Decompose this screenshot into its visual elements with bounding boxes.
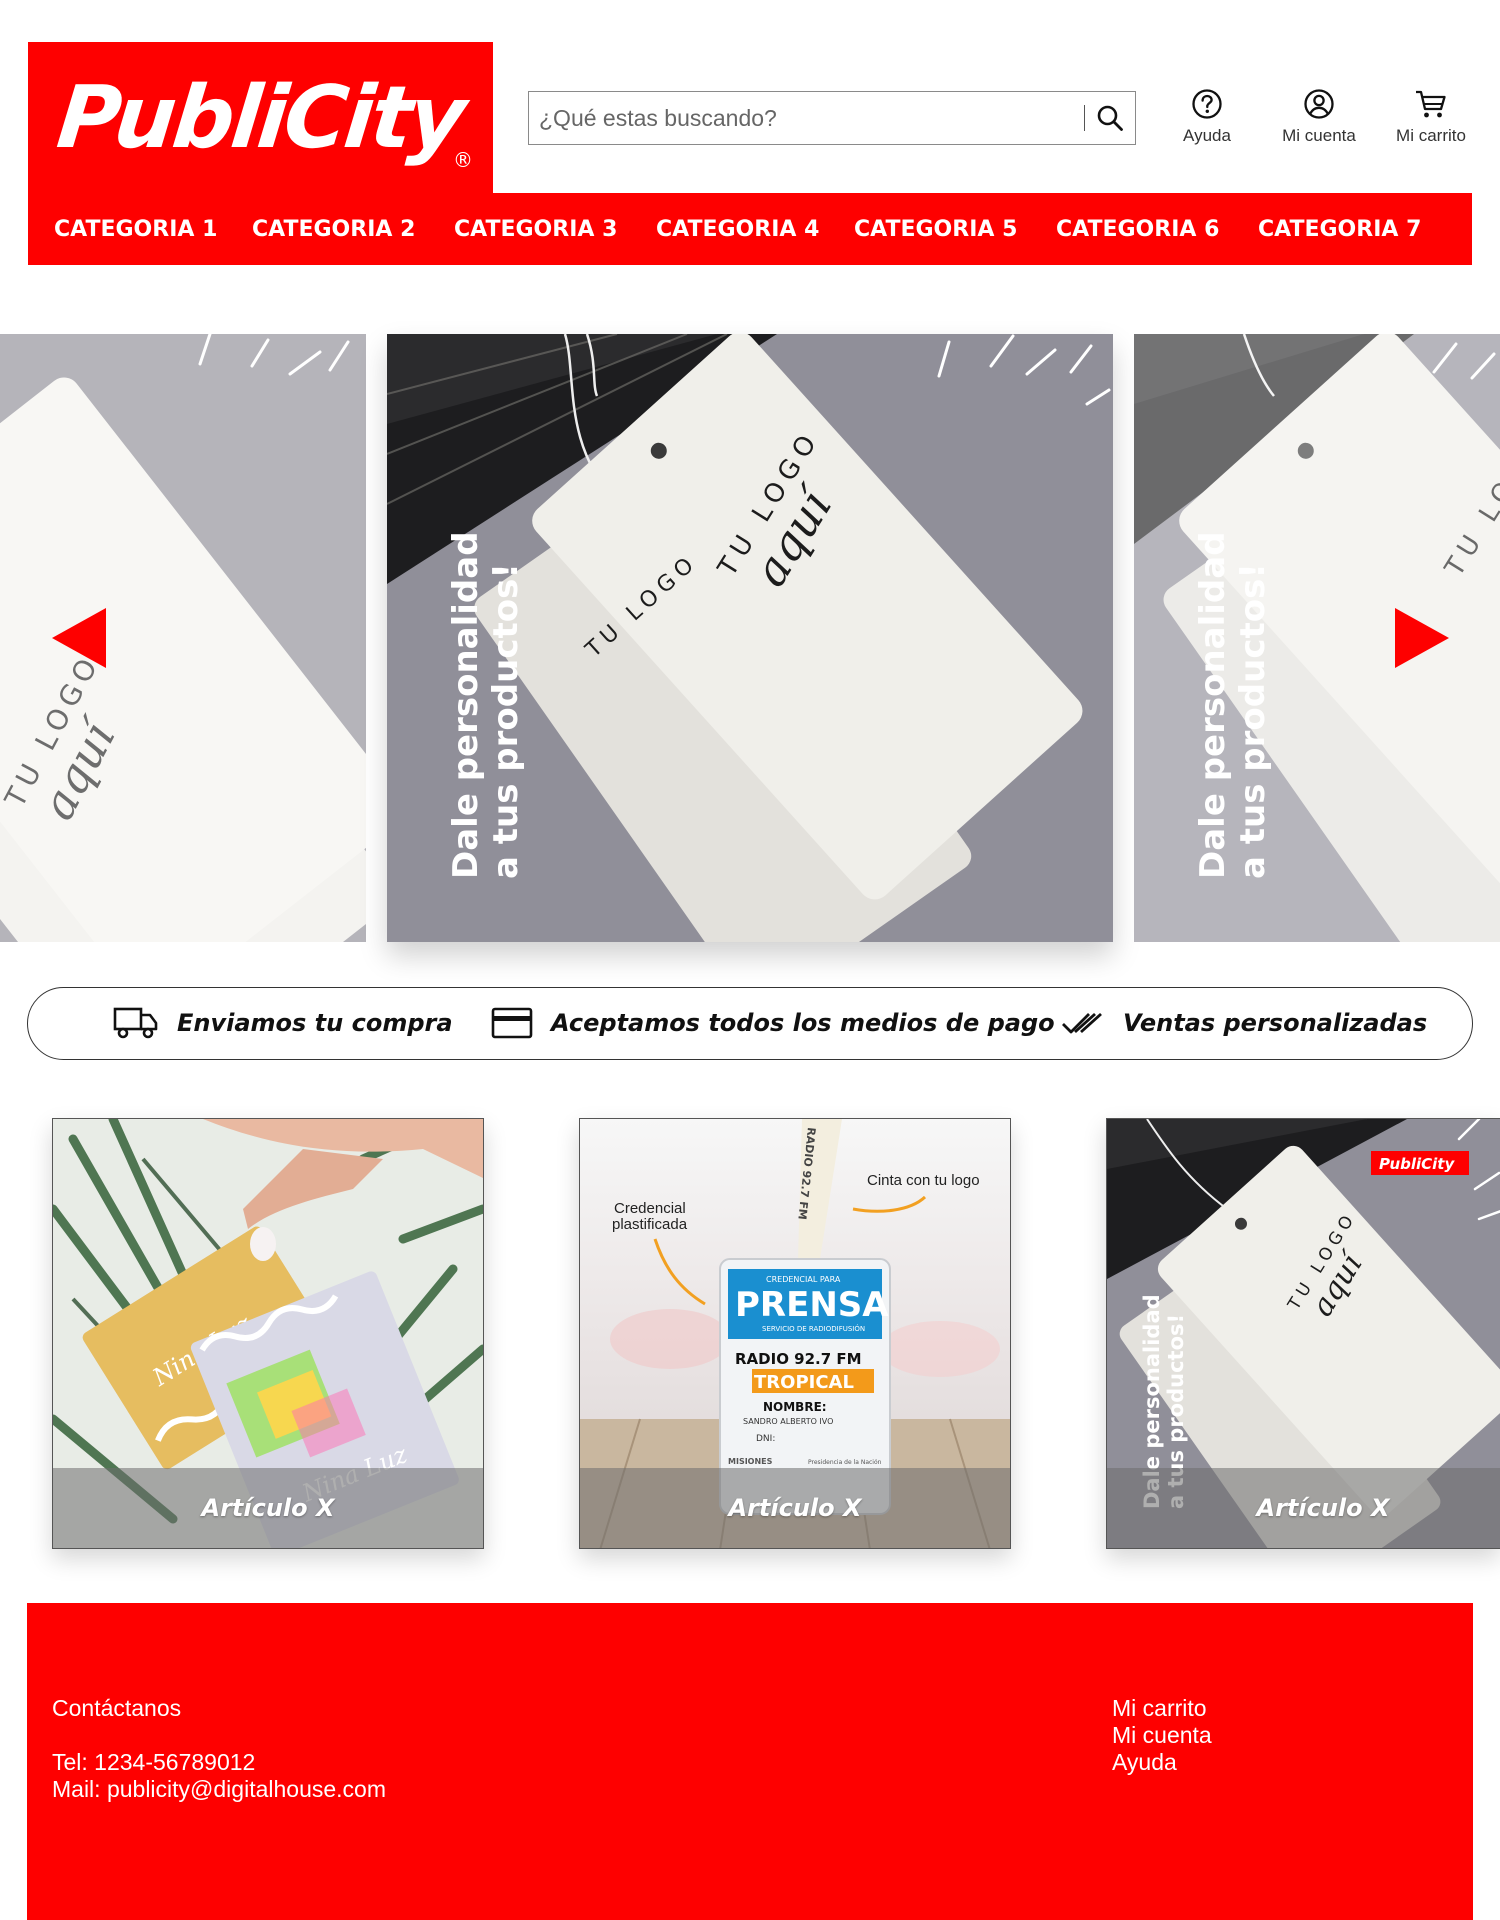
product-caption-bar: Artículo X [580,1468,1010,1548]
callout-credential-line-1: Credencial [614,1200,686,1217]
account-icon [1304,89,1334,119]
feature-shipping-label: Enviamos tu compra [177,1009,453,1037]
help-button[interactable]: Ayuda [1157,88,1257,146]
features-bar: Enviamos tu compra Aceptamos todos los m… [27,987,1473,1060]
search-button[interactable] [1085,92,1135,144]
nav-category-6[interactable]: CATEGORIA 6 [1056,193,1219,265]
feature-custom-label: Ventas personalizadas [1123,1009,1428,1037]
nav-category-1[interactable]: CATEGORIA 1 [54,193,217,265]
carousel-next-arrow-icon[interactable] [1395,608,1449,668]
help-icon [1192,89,1222,119]
account-button[interactable]: Mi cuenta [1269,88,1369,146]
nav-category-4[interactable]: CATEGORIA 4 [656,193,819,265]
footer-contact-title: Contáctanos [52,1695,182,1721]
badge-org: MISIONES [728,1457,773,1466]
product-card-2[interactable]: RADIO 92.7 FM Cinta con tu logo Credenci… [579,1118,1011,1549]
product-title: Artículo X [1256,1494,1390,1522]
credit-card-icon [491,1007,533,1039]
footer-link-cart[interactable]: Mi carrito [1112,1695,1207,1722]
cart-icon [1416,90,1446,118]
badge-small: CREDENCIAL PARA [766,1275,841,1284]
badge-dni: DNI: [756,1434,775,1444]
brand-logo[interactable]: PubliCity ® [28,42,493,194]
product-caption-bar: Artículo X [53,1468,483,1548]
search-input[interactable] [529,92,1084,144]
callout-credential-line-2: plastificada [612,1216,688,1233]
slide-slogan-line-2: a tus productos! [486,563,526,879]
badge-gov: Presidencia de la Nación [808,1459,882,1466]
product-card-3[interactable]: TU LOGO aquí Dale personalidad a tus pro… [1106,1118,1500,1549]
help-label: Ayuda [1183,126,1231,145]
carousel-slide-active[interactable]: TU LOGO aquí TU LOGO Dale personalidad a… [387,334,1113,942]
carousel-prev-arrow-icon[interactable] [52,608,106,668]
product-title: Artículo X [201,1494,335,1522]
nav-category-2[interactable]: CATEGORIA 2 [252,193,415,265]
badge-name-label: NOMBRE: [763,1400,827,1414]
feature-payment-label: Aceptamos todos los medios de pago [551,1009,1055,1037]
brand-badge: PubliCity [1379,1155,1455,1173]
logo-text: PubliCity [52,68,468,168]
double-check-icon [1062,1012,1102,1034]
callout-ribbon: Cinta con tu logo [867,1172,980,1189]
nav-category-7[interactable]: CATEGORIA 7 [1258,193,1421,265]
nav-category-5[interactable]: CATEGORIA 5 [854,193,1017,265]
footer-link-account[interactable]: Mi cuenta [1112,1722,1212,1749]
badge-subtitle: SERVICIO DE RADIODIFUSIÓN [762,1324,865,1333]
badge-title: PRENSA [735,1285,889,1325]
badge-radio-line-2: TROPICAL [754,1372,854,1393]
site-footer: Contáctanos Tel: 1234-56789012 Mail: pub… [27,1603,1473,1920]
footer-phone: Tel: 1234-56789012 [52,1749,256,1775]
footer-link-help[interactable]: Ayuda [1112,1749,1177,1776]
footer-mail: Mail: publicity@digitalhouse.com [52,1776,386,1802]
feature-shipping: Enviamos tu compra [113,988,453,1058]
feature-payment: Aceptamos todos los medios de pago [491,988,1055,1058]
slide-slogan-line-1: Dale personalidad [446,531,486,879]
badge-name-value: SANDRO ALBERTO IVO [743,1417,833,1426]
search-icon [1097,105,1123,131]
badge-radio-line-1: RADIO 92.7 FM [735,1350,862,1368]
account-label: Mi cuenta [1282,126,1356,145]
registered-mark: ® [453,148,473,172]
truck-icon [113,1007,158,1039]
category-nav: CATEGORIA 1 CATEGORIA 2 CATEGORIA 3 CATE… [28,193,1472,265]
feature-custom: Ventas personalizadas [1061,988,1427,1058]
cart-button[interactable]: Mi carrito [1381,88,1481,146]
product-title: Artículo X [728,1494,862,1522]
product-caption-bar: Artículo X [1107,1468,1500,1548]
hang-tags-image: TU LOGO aquí TU LOGO Dale personalidad a… [387,334,1113,942]
search-bar [528,91,1136,145]
nav-category-3[interactable]: CATEGORIA 3 [454,193,617,265]
product-card-1[interactable]: Nina Luz Nina Luz Artículo X [52,1118,484,1549]
cart-label: Mi carrito [1396,126,1466,145]
